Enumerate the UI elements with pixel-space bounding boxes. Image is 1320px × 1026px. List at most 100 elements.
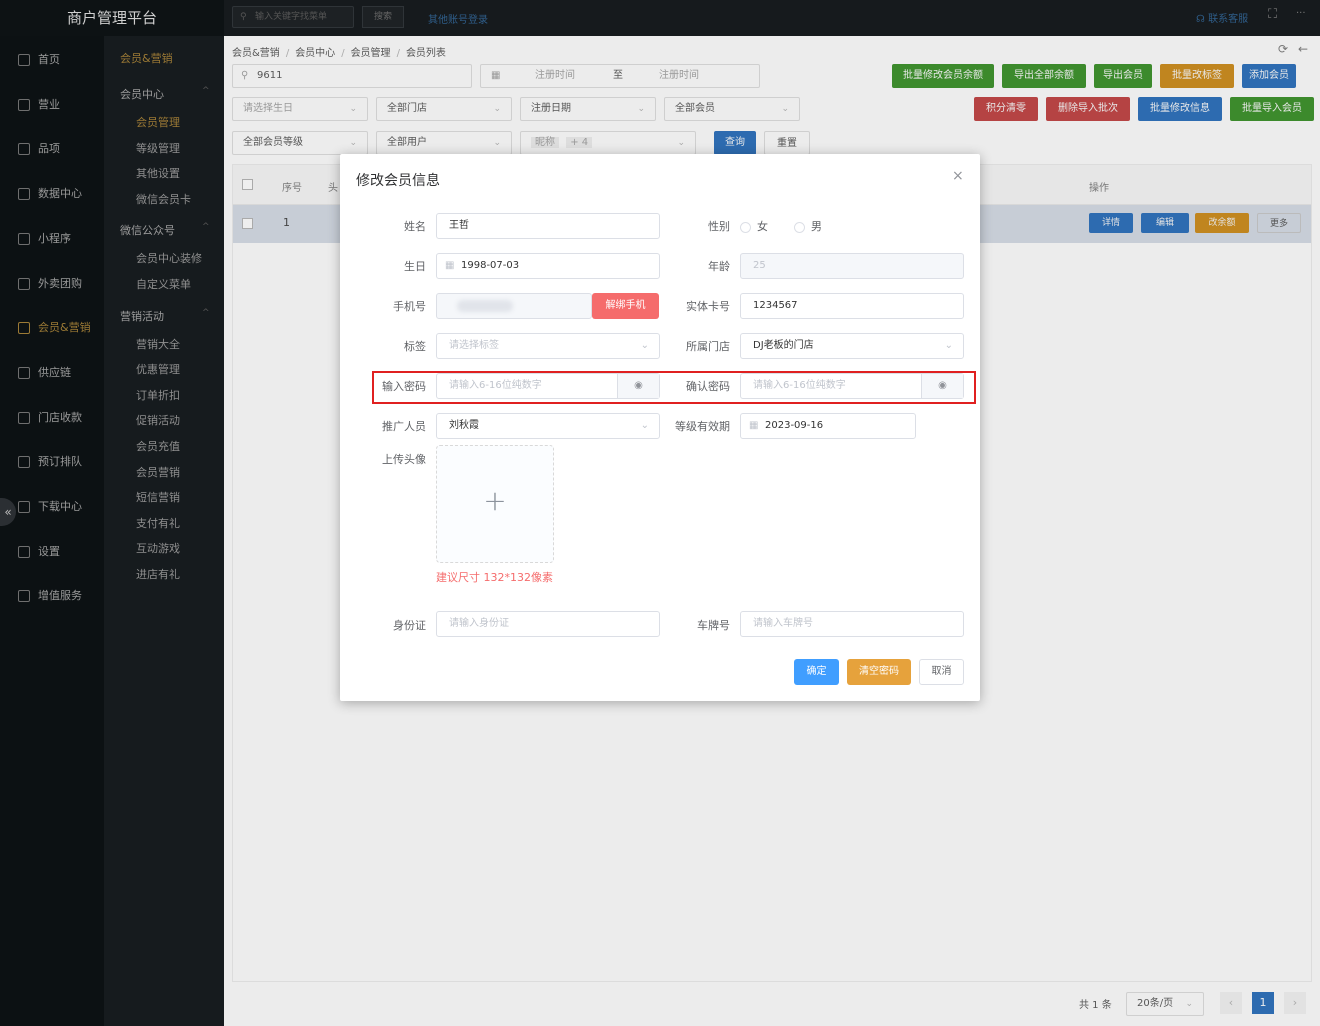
nav-item-3[interactable]: 数据中心 [0, 179, 104, 209]
clear-password-button[interactable]: 清空密码 [847, 659, 911, 685]
detail-button[interactable]: 详情 [1089, 213, 1133, 233]
confirm-button[interactable]: 确定 [794, 659, 839, 685]
password-input[interactable]: 请输入6-16位纯数字 ◉ [436, 373, 660, 399]
subnav-item[interactable]: 支付有礼 [136, 515, 180, 531]
nav-item-11[interactable]: 设置 [0, 537, 104, 567]
nav-item-4[interactable]: 小程序 [0, 224, 104, 254]
reg-date-select[interactable]: 注册日期 ⌄ [520, 97, 656, 121]
nickname-select[interactable]: 昵称 + 4 ⌄ [520, 131, 696, 155]
more-button[interactable]: 更多 [1257, 213, 1301, 233]
nav-item-6[interactable]: 会员&营销 [0, 313, 104, 343]
subnav-item[interactable]: 会员中心装修 [136, 250, 202, 266]
row-checkbox[interactable] [242, 218, 253, 229]
menu-search-input[interactable]: ⚲ 输入关键字找菜单 [232, 6, 354, 28]
subnav-item[interactable]: 微信会员卡 [136, 191, 191, 207]
edit-button[interactable]: 编辑 [1141, 213, 1189, 233]
share-icon [18, 188, 30, 201]
subnav-header: 会员&营销 [120, 52, 173, 65]
nav-item-12[interactable]: 增值服务 [0, 581, 104, 611]
select-all-checkbox[interactable] [242, 179, 253, 190]
subnav-item[interactable]: 优惠管理 [136, 361, 180, 377]
contact-link[interactable]: ☊ 联系客服 [1196, 10, 1248, 25]
avatar-upload[interactable]: + [436, 445, 554, 563]
name-input[interactable]: 王哲 [436, 213, 660, 239]
gender-female-radio[interactable]: 女 [740, 218, 768, 234]
birthday-picker[interactable]: ▦ 1998-07-03 [436, 253, 660, 279]
tag-select[interactable]: 请选择标签 ⌄ [436, 333, 660, 359]
birthday-select[interactable]: 请选择生日 ⌄ [232, 97, 368, 121]
member-type-select[interactable]: 全部会员 ⌄ [664, 97, 800, 121]
subnav-item[interactable]: 会员营销 [136, 464, 180, 480]
subnav-group-1[interactable]: 微信公众号 [120, 222, 175, 238]
confirm-password-input[interactable]: 请输入6-16位纯数字 ◉ [740, 373, 964, 399]
store-select[interactable]: 全部门店 ⌄ [376, 97, 512, 121]
subnav-item[interactable]: 自定义菜单 [136, 276, 191, 292]
more-icon[interactable]: ··· [1296, 8, 1306, 19]
back-icon[interactable]: ← [1298, 42, 1308, 56]
subnav-item[interactable]: 进店有礼 [136, 566, 180, 582]
page-1-button[interactable]: 1 [1252, 992, 1274, 1014]
subnav-group-2[interactable]: 营销活动 [120, 308, 164, 324]
change-balance-button[interactable]: 改余额 [1195, 213, 1249, 233]
plate-input[interactable]: 请输入车牌号 [740, 611, 964, 637]
subnav-item[interactable]: 会员管理 [136, 114, 180, 130]
next-page-button[interactable]: › [1284, 992, 1306, 1014]
action-button-row2-3[interactable]: 批量导入会员 [1230, 97, 1314, 121]
nav-item-8[interactable]: 门店收款 [0, 403, 104, 433]
subnav-item[interactable]: 短信营销 [136, 489, 180, 505]
reg-date-range[interactable]: ▦ 注册时间 至 注册时间 [480, 64, 760, 88]
subnav-item[interactable]: 促销活动 [136, 412, 180, 428]
user-select[interactable]: 全部用户 ⌄ [376, 131, 512, 155]
nav-item-1[interactable]: 营业 [0, 90, 104, 120]
eye-icon[interactable]: ◉ [921, 374, 963, 398]
chevron-down-icon: ⌄ [677, 138, 685, 148]
action-button-row2-1[interactable]: 删除导入批次 [1046, 97, 1130, 121]
reset-button[interactable]: 重置 [764, 131, 810, 155]
refresh-icon[interactable]: ⟳ [1278, 42, 1288, 56]
action-button-row2-0[interactable]: 积分清零 [974, 97, 1038, 121]
menu-search-button[interactable]: 搜索 [362, 6, 404, 28]
promoter-select[interactable]: 刘秋霞 ⌄ [436, 413, 660, 439]
action-button-4[interactable]: 添加会员 [1242, 64, 1296, 88]
nav-item-2[interactable]: 品项 [0, 134, 104, 164]
action-button-2[interactable]: 导出会员 [1094, 64, 1152, 88]
subnav-item[interactable]: 订单折扣 [136, 387, 180, 403]
breadcrumb-item[interactable]: 会员列表 [406, 48, 446, 59]
subnav-group-0[interactable]: 会员中心 [120, 86, 164, 102]
action-button-3[interactable]: 批量改标签 [1160, 64, 1234, 88]
nav-item-7[interactable]: 供应链 [0, 358, 104, 388]
page-size-select[interactable]: 20条/页 ⌄ [1126, 992, 1204, 1016]
prev-page-button[interactable]: ‹ [1220, 992, 1242, 1014]
subnav-item[interactable]: 营销大全 [136, 336, 180, 352]
subnav-item[interactable]: 其他设置 [136, 165, 180, 181]
subnav-item[interactable]: 互动游戏 [136, 540, 180, 556]
store-select[interactable]: DJ老板的门店 ⌄ [740, 333, 964, 359]
member-search-input[interactable]: ⚲ 9611 [232, 64, 472, 88]
fullscreen-icon[interactable]: ⛶ [1268, 7, 1277, 22]
phone-input[interactable] [436, 293, 592, 319]
nav-item-10[interactable]: 下载中心 [0, 492, 104, 522]
query-button[interactable]: 查询 [714, 131, 756, 155]
nav-item-5[interactable]: 外卖团购 [0, 269, 104, 299]
other-login-link[interactable]: 其他账号登录 [428, 11, 488, 26]
breadcrumb-item[interactable]: 会员管理 [351, 48, 391, 59]
age-input[interactable]: 25 [740, 253, 964, 279]
subnav-item[interactable]: 等级管理 [136, 140, 180, 156]
breadcrumb-item[interactable]: 会员中心 [295, 48, 335, 59]
level-expiry-picker[interactable]: ▦ 2023-09-16 [740, 413, 916, 439]
subnav-item[interactable]: 会员充值 [136, 438, 180, 454]
gender-male-radio[interactable]: 男 [794, 218, 822, 234]
card-number-input[interactable]: 1234567 [740, 293, 964, 319]
close-icon[interactable]: × [952, 168, 964, 184]
nav-item-0[interactable]: 首页 [0, 45, 104, 75]
breadcrumb: 会员&营销 / 会员中心 / 会员管理 / 会员列表 [232, 44, 452, 59]
action-button-row2-2[interactable]: 批量修改信息 [1138, 97, 1222, 121]
action-button-0[interactable]: 批量修改会员余额 [892, 64, 994, 88]
id-card-input[interactable]: 请输入身份证 [436, 611, 660, 637]
cancel-button[interactable]: 取消 [919, 659, 964, 685]
action-button-1[interactable]: 导出全部余额 [1002, 64, 1086, 88]
chevron-down-icon: ⌄ [944, 340, 953, 351]
level-select[interactable]: 全部会员等级 ⌄ [232, 131, 368, 155]
nav-item-9[interactable]: 预订排队 [0, 447, 104, 477]
breadcrumb-item[interactable]: 会员&营销 [232, 48, 280, 59]
